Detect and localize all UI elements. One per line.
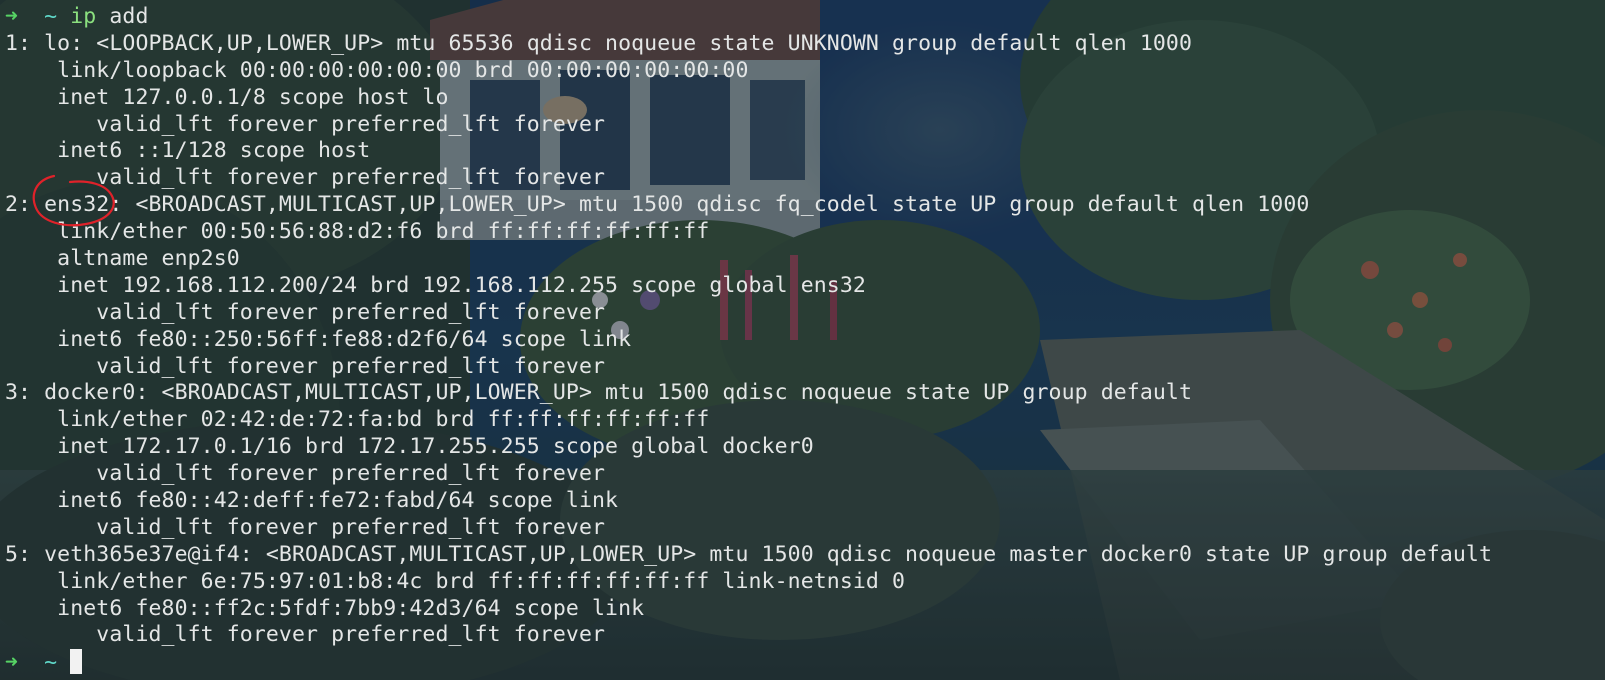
command-line: ➜ ~ ip add xyxy=(5,4,1605,31)
output-line: link/ether 00:50:56:88:d2:f6 brd ff:ff:f… xyxy=(5,219,710,245)
prompt-arrow-icon: ➜ xyxy=(5,4,19,29)
output-line: altname enp2s0 xyxy=(5,246,240,272)
output-line: valid_lft forever preferred_lft forever xyxy=(5,622,606,648)
output-line: 5: veth365e37e@if4: <BROADCAST,MULTICAST… xyxy=(5,541,1493,567)
output-line: inet6 fe80::ff2c:5fdf:7bb9:42d3/64 scope… xyxy=(5,595,645,621)
output-line: link/loopback 00:00:00:00:00:00 brd 00:0… xyxy=(5,57,749,83)
output-line: inet6 fe80::250:56ff:fe88:d2f6/64 scope … xyxy=(5,326,632,352)
output-line: inet 172.17.0.1/16 brd 172.17.255.255 sc… xyxy=(5,434,814,460)
prompt-arrow-icon: ➜ xyxy=(5,650,19,676)
command-output: 1: lo: <LOOPBACK,UP,LOWER_UP> mtu 65536 … xyxy=(5,31,1605,649)
output-line: valid_lft forever preferred_lft forever xyxy=(5,165,606,191)
output-line: 2: ens32: <BROADCAST,MULTICAST,UP,LOWER_… xyxy=(5,192,1310,218)
output-line: inet6 ::1/128 scope host xyxy=(5,138,371,164)
output-line: 1: lo: <LOOPBACK,UP,LOWER_UP> mtu 65536 … xyxy=(5,30,1193,56)
command-name: ip xyxy=(70,4,97,29)
output-line: valid_lft forever preferred_lft forever xyxy=(5,111,606,137)
text-cursor[interactable] xyxy=(70,649,83,675)
output-line: inet 192.168.112.200/24 brd 192.168.112.… xyxy=(5,272,866,298)
output-line: 3: docker0: <BROADCAST,MULTICAST,UP,LOWE… xyxy=(5,380,1193,406)
output-line: inet 127.0.0.1/8 scope host lo xyxy=(5,84,449,110)
output-line: link/ether 6e:75:97:01:b8:4c brd ff:ff:f… xyxy=(5,568,906,594)
active-prompt-line[interactable]: ➜ ~ xyxy=(5,649,1605,676)
output-line: valid_lft forever preferred_lft forever xyxy=(5,353,606,379)
output-line: valid_lft forever preferred_lft forever xyxy=(5,461,606,487)
output-line: valid_lft forever preferred_lft forever xyxy=(5,299,606,325)
prompt-cwd: ~ xyxy=(44,4,58,29)
output-line: inet6 fe80::42:deff:fe72:fabd/64 scope l… xyxy=(5,488,619,514)
prompt-cwd: ~ xyxy=(44,650,58,676)
output-line: link/ether 02:42:de:72:fa:bd brd ff:ff:f… xyxy=(5,407,710,433)
output-line: valid_lft forever preferred_lft forever xyxy=(5,514,606,540)
command-args: add xyxy=(96,4,149,29)
terminal-window[interactable]: ➜ ~ ip add 1: lo: <LOOPBACK,UP,LOWER_UP>… xyxy=(0,0,1605,680)
